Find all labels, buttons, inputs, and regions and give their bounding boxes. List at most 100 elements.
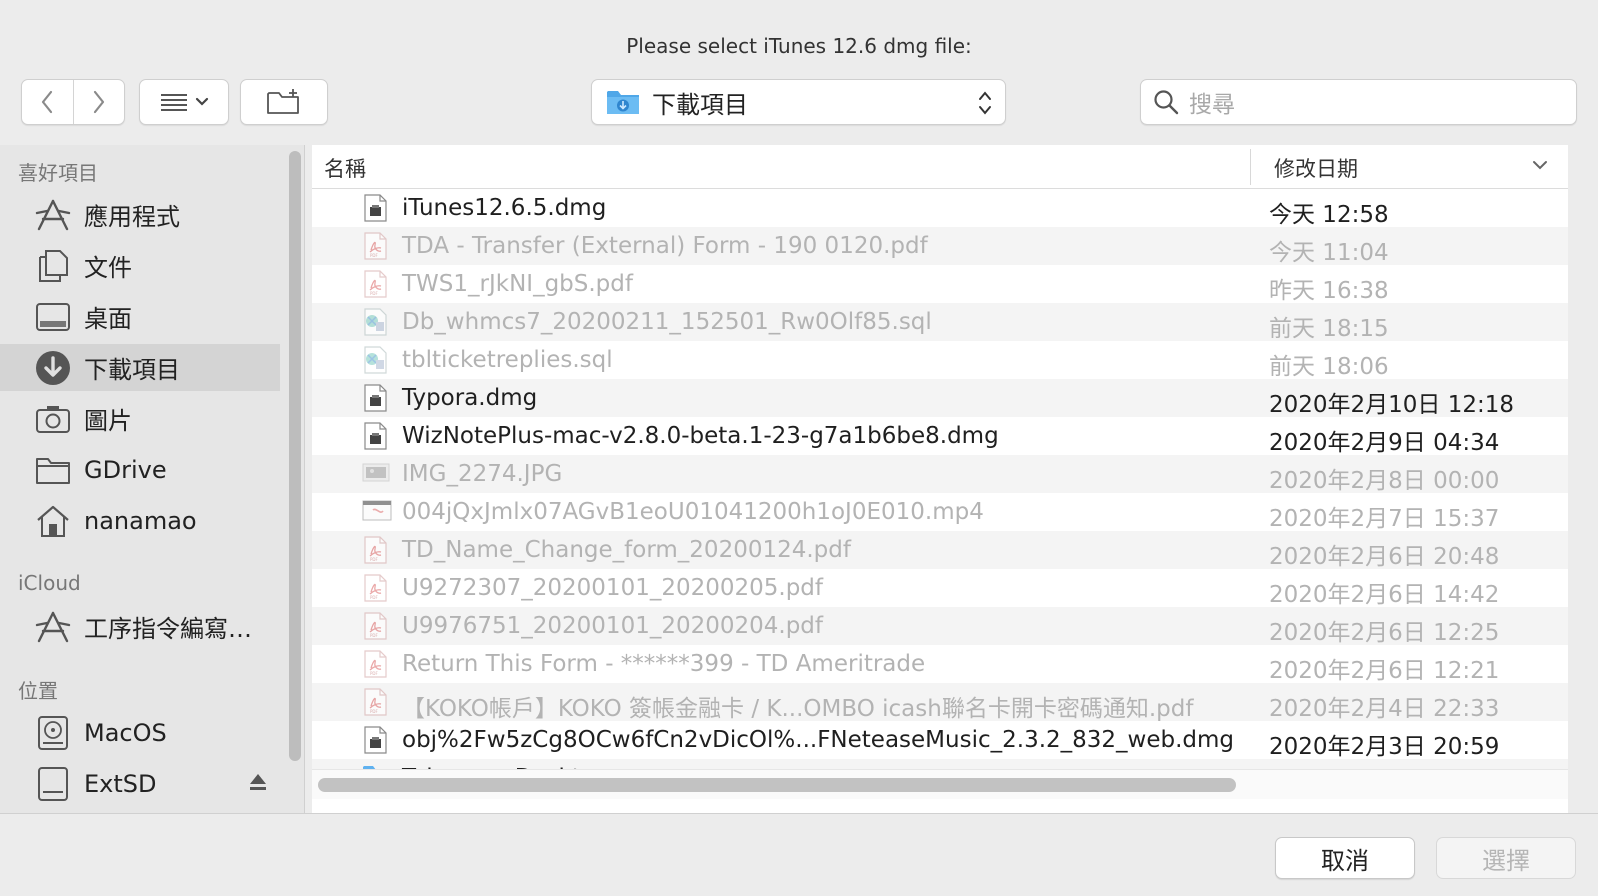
svg-text:PDF: PDF <box>370 633 378 638</box>
search-icon <box>1154 90 1179 115</box>
horizontal-scrollbar-thumb[interactable] <box>318 778 1236 792</box>
column-divider[interactable] <box>1250 149 1251 185</box>
file-row[interactable]: Typora.dmg 2020年2月10日 12:18 <box>312 379 1568 418</box>
file-modified-date: 2020年2月7日 15:37 <box>1269 506 1500 532</box>
file-name: TD_Name_Change_form_20200124.pdf <box>402 537 851 563</box>
pdf-file-icon: PDF <box>362 688 388 716</box>
svg-text:PDF: PDF <box>370 709 378 714</box>
file-modified-date: 前天 18:06 <box>1269 354 1389 380</box>
pdf-file-icon: PDF <box>362 650 388 678</box>
sidebar-item-label: 工序指令編寫… <box>84 615 252 643</box>
sidebar-item-documents[interactable]: 文件 <box>0 242 280 289</box>
view-options-button[interactable] <box>139 79 229 125</box>
file-modified-date: 2020年2月10日 12:18 <box>1269 392 1515 418</box>
sidebar-item-label: GDrive <box>84 455 167 484</box>
file-name: U9272307_20200101_20200205.pdf <box>402 575 824 601</box>
desktop-icon <box>34 298 72 336</box>
sidebar-section-icloud: iCloud <box>18 571 81 595</box>
file-row: PDF TDA - Transfer (External) Form - 190 … <box>312 227 1568 266</box>
dmg-file-icon <box>362 726 388 754</box>
file-row: PDF U9976751_20200101_20200204.pdf 2020年2月… <box>312 607 1568 646</box>
file-row[interactable]: iTunes12.6.5.dmg 今天 12:58 <box>312 189 1568 228</box>
sidebar-item-desktop[interactable]: 桌面 <box>0 293 280 340</box>
search-placeholder: 搜尋 <box>1189 92 1235 118</box>
sidebar-item-label: 應用程式 <box>84 203 180 231</box>
sidebar-item-extsd[interactable]: ExtSD <box>0 760 280 807</box>
chevron-right-icon <box>93 90 105 114</box>
file-open-dialog: Please select iTunes 12.6 dmg file: 下載項目… <box>0 0 1598 896</box>
sidebar-item-label: ExtSD <box>84 769 157 798</box>
column-header-name[interactable]: 名稱 <box>324 153 366 183</box>
file-modified-date: 今天 12:58 <box>1269 202 1389 228</box>
file-name: WizNotePlus-mac-v2.8.0-beta.1-23-g7a1b6b… <box>402 423 999 449</box>
pdf-file-icon: PDF <box>362 612 388 640</box>
file-modified-date: 2020年2月6日 12:21 <box>1269 658 1500 684</box>
file-modified-date: 前天 18:15 <box>1269 316 1389 342</box>
back-button[interactable] <box>22 80 73 124</box>
sidebar-section-locations: 位置 <box>18 679 58 703</box>
cancel-button[interactable]: 取消 <box>1275 837 1415 879</box>
file-row: PDF TD_Name_Change_form_20200124.pdf 2020年… <box>312 531 1568 570</box>
file-modified-date: 2020年2月4日 22:33 <box>1269 696 1500 722</box>
file-modified-date: 2020年2月6日 14:42 <box>1269 582 1500 608</box>
sort-chevron-down-icon[interactable] <box>1532 159 1548 171</box>
applications-icon <box>34 608 72 646</box>
file-modified-date: 今天 11:04 <box>1269 240 1389 266</box>
file-row: 004jQxJmlx07AGvB1eoU01041200h1oJ0E010.mp… <box>312 493 1568 532</box>
sidebar-item-label: 下載項目 <box>84 356 180 384</box>
forward-button[interactable] <box>72 80 124 124</box>
sidebar-item-label: 文件 <box>84 254 132 282</box>
sql-file-icon <box>362 308 388 336</box>
sql-file-icon <box>362 346 388 374</box>
sidebar-item-gdrive[interactable]: GDrive <box>0 446 280 493</box>
up-down-arrows-icon <box>979 91 991 115</box>
svg-text:PDF: PDF <box>370 291 378 296</box>
documents-icon <box>34 247 72 285</box>
search-field[interactable]: 搜尋 <box>1140 79 1577 125</box>
sidebar-scrollbar[interactable] <box>289 151 301 761</box>
sidebar-item-icloud-app[interactable]: 工序指令編寫… <box>0 603 280 650</box>
sidebar-item-label: nanamao <box>84 506 197 535</box>
file-name: Typora.dmg <box>402 385 538 411</box>
file-name: 【KOKO帳戶】KOKO 簽帳金融卡 / K...OMBO icash聯名卡開卡… <box>402 696 1194 722</box>
chevron-down-icon <box>195 97 209 106</box>
file-name: IMG_2274.JPG <box>402 461 563 487</box>
pdf-file-icon: PDF <box>362 232 388 260</box>
horizontal-scroll-track[interactable] <box>312 769 1568 799</box>
sidebar-item-label: 桌面 <box>84 305 132 333</box>
file-name: U9976751_20200101_20200204.pdf <box>402 613 824 639</box>
pdf-file-icon: PDF <box>362 270 388 298</box>
file-name: obj%2Fw5zCg8OCw6fCn2vDicOl%...FNeteaseMu… <box>402 727 1235 753</box>
disk-icon <box>34 714 72 752</box>
jpg-file-icon <box>362 460 390 488</box>
new-folder-button[interactable] <box>240 79 328 125</box>
column-header-date[interactable]: 修改日期 <box>1274 153 1358 183</box>
sidebar-item-pictures[interactable]: 圖片 <box>0 395 280 442</box>
sidebar-item-downloads[interactable]: 下載項目 <box>0 344 280 391</box>
eject-icon[interactable] <box>248 772 268 792</box>
svg-text:PDF: PDF <box>370 595 378 600</box>
file-row: PDF TWS1_rJkNI_gbS.pdf 昨天 16:38 <box>312 265 1568 304</box>
location-popup[interactable]: 下載項目 <box>591 79 1006 125</box>
sidebar-item-macos[interactable]: MacOS <box>0 709 280 756</box>
new-folder-icon <box>267 89 299 114</box>
file-name: 004jQxJmlx07AGvB1eoU01041200h1oJ0E010.mp… <box>402 499 984 525</box>
location-label: 下載項目 <box>652 90 748 119</box>
downloads-icon <box>34 349 72 387</box>
sidebar-item-label: MacOS <box>84 718 167 747</box>
file-modified-date: 2020年2月8日 00:00 <box>1269 468 1500 494</box>
file-row: PDF Return This Form - ******399 - TD Ame… <box>312 645 1568 684</box>
sidebar-item-label: 圖片 <box>84 407 132 435</box>
file-row[interactable]: WizNotePlus-mac-v2.8.0-beta.1-23-g7a1b6b… <box>312 417 1568 456</box>
file-row: PDF U9272307_20200101_20200205.pdf 2020年2月… <box>312 569 1568 608</box>
sidebar-item-applications[interactable]: 應用程式 <box>0 191 280 238</box>
file-name: tblticketreplies.sql <box>402 347 613 373</box>
pdf-file-icon: PDF <box>362 536 388 564</box>
select-button[interactable]: 選擇 <box>1436 837 1576 879</box>
list-header: 名稱 修改日期 <box>312 145 1568 189</box>
sidebar-item-home[interactable]: nanamao <box>0 497 280 544</box>
file-row[interactable]: obj%2Fw5zCg8OCw6fCn2vDicOl%...FNeteaseMu… <box>312 721 1568 760</box>
file-row: tblticketreplies.sql 前天 18:06 <box>312 341 1568 380</box>
file-row: Db_whmcs7_20200211_152501_Rw0Olf85.sql 前天… <box>312 303 1568 342</box>
mp4-file-icon <box>362 498 392 526</box>
